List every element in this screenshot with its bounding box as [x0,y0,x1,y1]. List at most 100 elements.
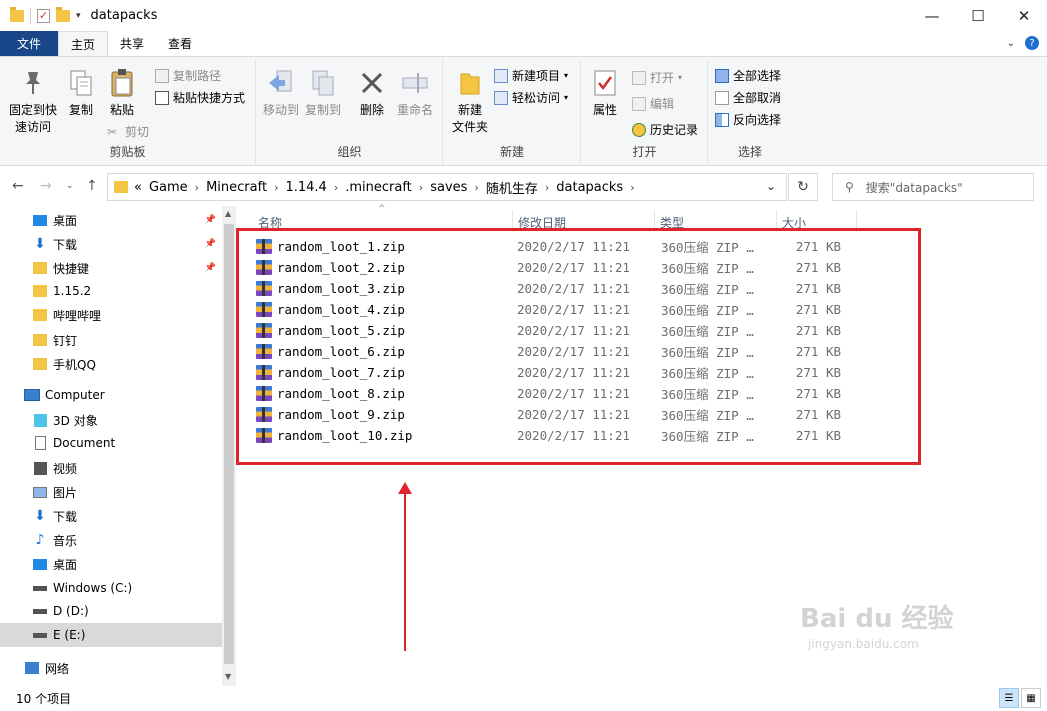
chevron-right-icon[interactable]: › [545,181,549,194]
breadcrumb-saves[interactable]: saves [430,180,467,195]
new-folder-button[interactable]: 新建 文件夹 [448,67,492,136]
select-all-label: 全部选择 [733,69,782,83]
new-folder-icon[interactable] [56,6,70,22]
pin-icon[interactable]: 📌 [205,263,216,273]
back-arrow-icon[interactable]: ← [12,178,24,194]
breadcrumb-overflow[interactable]: « [134,180,142,195]
breadcrumb-version[interactable]: 1.14.4 [285,180,326,195]
chevron-right-icon[interactable]: › [419,181,423,194]
breadcrumb-game[interactable]: Game [149,180,188,195]
watermark-logo: Bai du 经验 jingyan.baidu.com [800,598,954,651]
properties-button[interactable]: 属性 [588,67,622,119]
scroll-down-icon[interactable]: ▼ [225,672,231,681]
breadcrumb-world[interactable]: 随机生存 [486,178,538,197]
up-arrow-icon[interactable]: ↑ [86,178,98,194]
nav-item[interactable]: E (E:) [0,623,222,647]
properties-icon[interactable]: ✓ [37,8,50,23]
nav-item[interactable]: 快捷键 📌 [0,256,222,280]
history-button[interactable]: 历史记录 [632,121,698,138]
search-input[interactable]: ⚲ 搜索"datapacks" [832,173,1034,201]
copy-to-button[interactable]: 复制到 [303,67,343,119]
paste-button[interactable]: 粘贴 [104,67,140,119]
paste-icon [107,67,137,99]
recent-locations-icon[interactable]: ⌄ [66,181,74,191]
copy-path-button[interactable]: 复制路径 [155,67,221,84]
tab-file[interactable]: 文件 [0,31,58,56]
nav-item[interactable]: Computer [0,383,222,407]
select-none-button[interactable]: 全部取消 [715,89,781,106]
nav-item[interactable]: Windows (C:) [0,576,222,600]
open-button[interactable]: 打开 ▾ [632,69,682,86]
nav-item[interactable]: ⬇ 下载 [0,504,222,528]
ribbon-tabs: 文件 主页 共享 查看 ⌄ ? [0,31,1047,57]
nav-item[interactable]: 钉钉 [0,328,222,352]
delete-label: 删除 [359,103,384,117]
nav-item[interactable]: 网络 [0,656,222,680]
scroll-up-icon[interactable]: ▲ [225,209,231,218]
nav-item[interactable]: 哔哩哔哩 [0,303,222,327]
address-bar[interactable]: « Game › Minecraft › 1.14.4 › .minecraft… [107,173,787,201]
drive-icon-shape [33,585,47,591]
paste-shortcut-button[interactable]: 粘贴快捷方式 [155,89,245,106]
select-all-button[interactable]: 全部选择 [715,67,781,84]
delete-button[interactable]: 删除 [355,67,389,119]
close-button[interactable]: ✕ [1001,0,1047,31]
breadcrumb-minecraft[interactable]: Minecraft [206,180,267,195]
nav-item[interactable]: ♪ 音乐 [0,528,222,552]
invert-selection-button[interactable]: 反向选择 [715,111,781,128]
pin-icon[interactable]: 📌 [205,215,216,225]
maximize-button[interactable]: ☐ [955,0,1001,31]
history-icon [632,122,646,137]
breadcrumb-dot-minecraft[interactable]: .minecraft [345,180,412,195]
expand-ribbon-icon[interactable]: ⌄ [1007,38,1015,49]
easy-access-button[interactable]: 轻松访问 ▾ [494,89,568,106]
pin-quick-access-button[interactable]: 固定到快 速访问 [4,67,62,136]
scrollbar-thumb[interactable] [224,224,234,664]
tab-view[interactable]: 查看 [156,31,204,56]
rename-icon [400,67,430,99]
forward-arrow-icon[interactable]: → [40,178,52,194]
rename-button[interactable]: 重命名 [393,67,437,119]
copy-button[interactable]: 复制 [64,67,98,119]
tab-home[interactable]: 主页 [58,31,109,57]
nav-item[interactable]: 图片 [0,480,222,504]
pin-icon[interactable]: 📌 [205,239,216,249]
nav-item[interactable]: 视频 [0,456,222,480]
details-view-icon[interactable]: ☰ [999,688,1019,708]
watermark-url: jingyan.baidu.com [808,637,919,651]
edit-button[interactable]: 编辑 [632,95,674,112]
chevron-down-icon[interactable]: ⌄ [766,179,776,193]
properties-icon [590,67,620,99]
chevron-right-icon[interactable]: › [334,181,338,194]
nav-item[interactable]: 桌面 [0,552,222,576]
open-group: 属性 打开 ▾ 编辑 历史记录 打开 [582,59,708,165]
customize-toolbar-icon[interactable]: ▾ [76,11,81,21]
chevron-right-icon[interactable]: › [195,181,199,194]
folder-icon [32,357,48,371]
nav-item[interactable]: 3D 对象 [0,408,222,432]
3d-objects-icon-shape [33,413,47,427]
search-placeholder: 搜索"datapacks" [865,180,963,195]
move-to-button[interactable]: 移动到 [261,67,301,119]
nav-item[interactable]: 1.15.2 [0,279,222,303]
refresh-button[interactable]: ↻ [788,173,818,201]
minimize-button[interactable]: — [909,0,955,31]
chevron-right-icon[interactable]: › [474,181,478,194]
nav-item-label: E (E:) [53,628,86,642]
cut-button[interactable]: ✂ 剪切 [107,123,149,140]
tab-share[interactable]: 共享 [108,31,156,56]
nav-item[interactable]: ⬇ 下载 📌 [0,232,222,256]
new-item-button[interactable]: 新建项目 ▾ [494,67,568,84]
chevron-right-icon[interactable]: › [630,181,634,194]
nav-item[interactable]: D (D:) [0,599,222,623]
breadcrumb-datapacks[interactable]: datapacks [556,180,623,195]
nav-item[interactable]: 桌面 📌 [0,208,222,232]
nav-item[interactable]: Document [0,431,222,455]
clipboard-group: 固定到快 速访问 复制 粘贴 复制路径 粘贴快捷方式 ✂ 剪切 剪贴板 [0,59,256,165]
large-icons-view-icon[interactable]: ▦ [1021,688,1041,708]
nav-item[interactable]: 手机QQ [0,352,222,376]
3d-objects-icon [32,413,48,427]
chevron-right-icon[interactable]: › [274,181,278,194]
help-icon[interactable]: ? [1025,36,1039,50]
nav-scrollbar[interactable]: ▲ ▼ [222,206,236,686]
